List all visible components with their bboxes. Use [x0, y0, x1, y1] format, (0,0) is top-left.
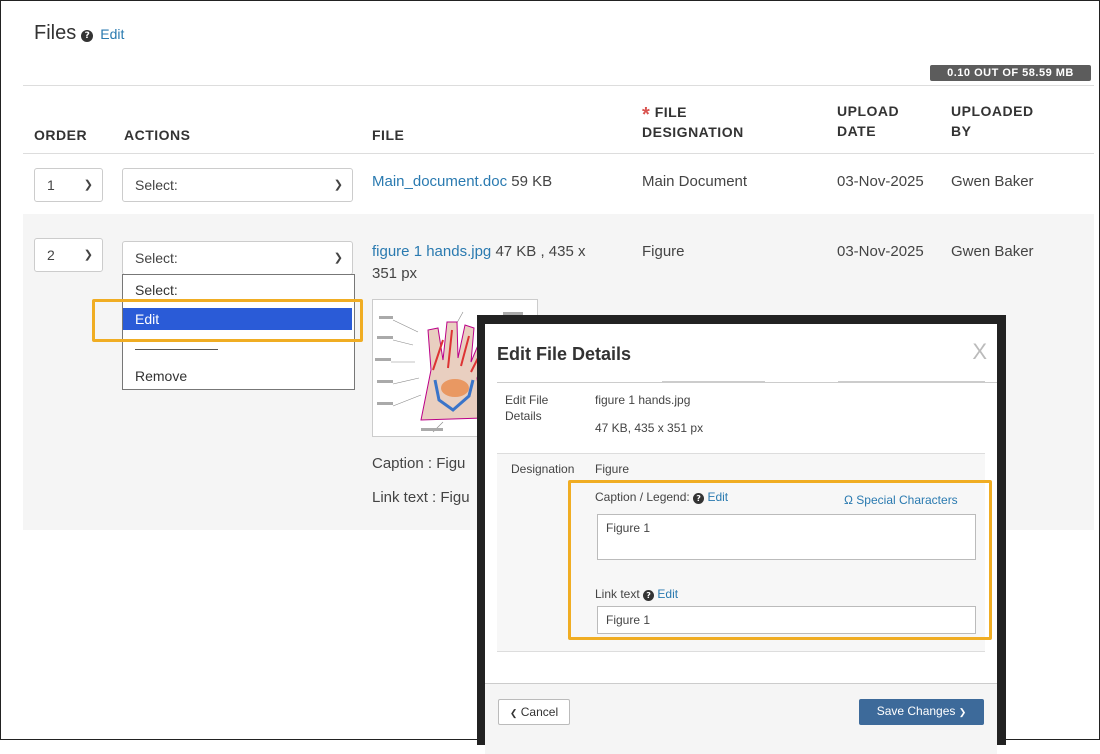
modal-title-divider — [497, 382, 997, 383]
details-label: Edit File Details — [505, 392, 548, 424]
modal-file-name: figure 1 hands.jpg — [595, 393, 691, 407]
designation-row1: Main Document — [642, 173, 748, 190]
save-changes-button[interactable]: Save Changes ❯ — [859, 699, 984, 725]
dropdown-item-select[interactable]: Select: — [123, 279, 352, 301]
chevron-right-icon: ❯ — [958, 707, 967, 717]
details-label-line1: Edit File — [505, 393, 549, 407]
required-star-icon: * — [642, 104, 651, 126]
actions-value: Select: — [135, 177, 178, 193]
uploaded-by-row2: Gwen Baker — [951, 243, 1034, 260]
designation-value: Figure — [595, 462, 630, 476]
col-header-designation-line1: FILE — [654, 104, 688, 120]
link-text-row2: Link text : Figu — [372, 489, 470, 506]
header-underline — [662, 381, 765, 382]
cancel-button[interactable]: ❮ Cancel — [498, 699, 570, 725]
order-select-row2[interactable]: 2 ❯ — [34, 238, 103, 272]
table-top-border — [23, 85, 1094, 86]
save-label: Save Changes — [876, 704, 956, 718]
modal-title: Edit File Details — [497, 344, 632, 364]
actions-value: Select: — [135, 250, 178, 266]
edit-highlight-box — [92, 299, 363, 342]
chevron-left-icon: ❮ — [509, 708, 518, 718]
file-link-row1[interactable]: Main_document.doc — [372, 173, 507, 190]
header-divider — [23, 153, 1094, 154]
col-header-uploaded-by-line1: UPLOADED — [951, 103, 1034, 119]
order-value: 1 — [47, 177, 55, 193]
col-header-designation-line2: DESIGNATION — [642, 124, 744, 140]
col-header-upload-date-line1: UPLOAD — [837, 103, 900, 119]
header-edit-link[interactable]: Edit — [100, 26, 124, 42]
order-value: 2 — [47, 247, 55, 263]
modal-file-info: 47 KB, 435 x 351 px — [595, 421, 704, 435]
col-header-uploaded-by: UPLOADED BY — [951, 101, 1034, 141]
caption-text-row2: Caption : Figu — [372, 455, 466, 472]
designation-label: Designation — [511, 462, 575, 476]
chevron-down-icon: ❯ — [333, 179, 343, 191]
file-meta: 47 KB , 435 x — [495, 243, 586, 260]
file-cell-row1: Main_document.doc 59 KB — [372, 171, 552, 193]
col-header-upload-date-line2: DATE — [837, 123, 877, 139]
file-cell-row2: figure 1 hands.jpg 47 KB , 435 x 351 px — [372, 241, 632, 285]
designation-row2: Figure — [642, 243, 685, 260]
page-title: Files — [34, 22, 77, 44]
file-link-row2[interactable]: figure 1 hands.jpg — [372, 243, 491, 260]
cancel-label: Cancel — [520, 705, 559, 719]
file-meta: 59 KB — [511, 173, 553, 190]
storage-quota-badge: 0.10 OUT OF 58.59 MB — [930, 65, 1091, 81]
dropdown-item-remove[interactable]: Remove — [123, 365, 352, 387]
chevron-down-icon: ❯ — [83, 249, 93, 261]
col-header-file: FILE — [372, 127, 405, 143]
actions-select-row2[interactable]: Select: ❯ — [122, 241, 353, 275]
chevron-down-icon: ❯ — [333, 252, 343, 264]
upload-date-row1: 03-Nov-2025 — [837, 173, 924, 190]
file-meta-dimensions: 351 px — [372, 265, 418, 282]
col-header-order: ORDER — [34, 127, 88, 143]
details-label-line2: Details — [505, 409, 542, 423]
caption-highlight-box — [568, 480, 992, 640]
upload-date-row2: 03-Nov-2025 — [837, 243, 924, 260]
col-header-upload-date: UPLOAD DATE — [837, 101, 899, 141]
header-underline — [838, 381, 985, 382]
close-icon[interactable]: X — [972, 339, 987, 365]
col-header-designation: * FILE DESIGNATION — [642, 101, 744, 142]
help-icon[interactable]: ? — [81, 30, 94, 42]
col-header-uploaded-by-line2: BY — [951, 123, 972, 139]
order-select-row1[interactable]: 1 ❯ — [34, 168, 103, 202]
col-header-actions: ACTIONS — [124, 127, 191, 143]
files-header: Files ? Edit — [34, 22, 124, 45]
actions-select-row1[interactable]: Select: ❯ — [122, 168, 353, 202]
dropdown-divider — [135, 349, 218, 350]
chevron-down-icon: ❯ — [83, 179, 93, 191]
uploaded-by-row1: Gwen Baker — [951, 173, 1034, 190]
